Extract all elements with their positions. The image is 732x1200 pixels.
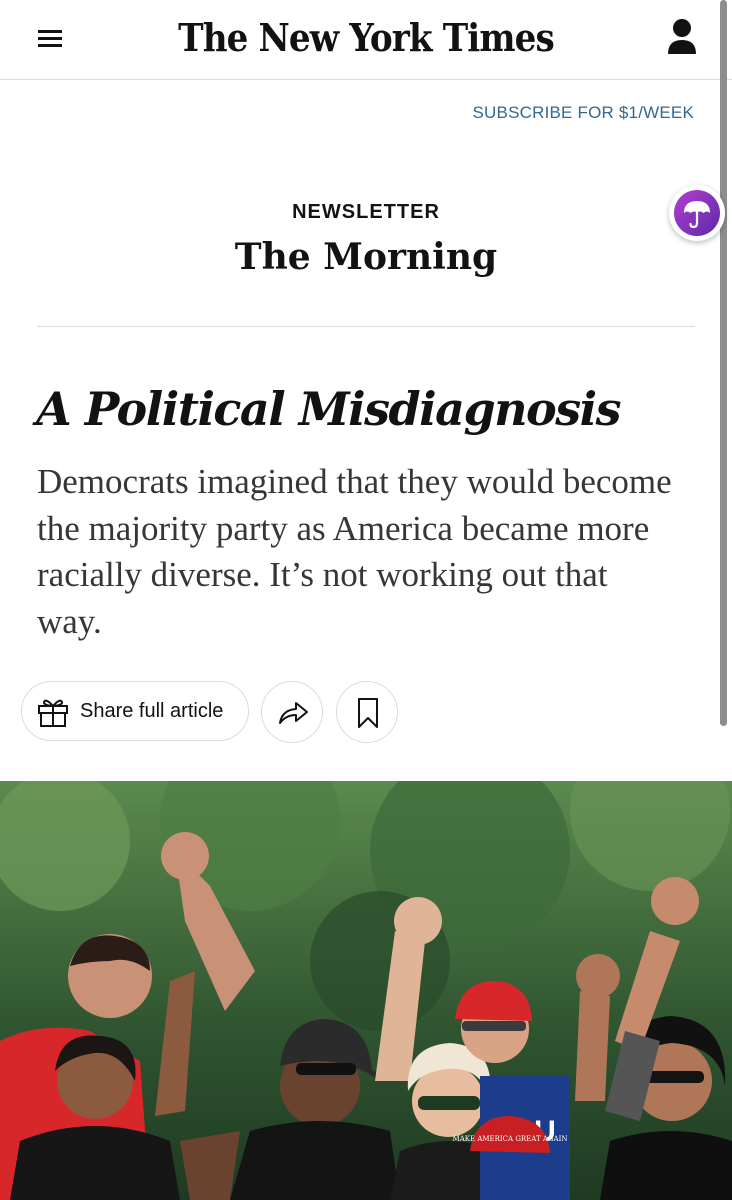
share-arrow-icon bbox=[279, 702, 308, 724]
article-lead-photo: TRU MAKE AMERICA GREAT AGAIN bbox=[0, 781, 732, 1200]
masthead-logo[interactable]: The New York Times bbox=[172, 10, 561, 66]
user-account-icon bbox=[668, 19, 696, 54]
gift-icon bbox=[38, 699, 68, 727]
share-full-article-button[interactable]: Share full article bbox=[21, 681, 249, 741]
hat-slogan: MAKE AMERICA GREAT AGAIN bbox=[453, 1135, 568, 1143]
newsletter-title[interactable]: The Morning bbox=[0, 236, 732, 278]
section-divider bbox=[37, 326, 695, 327]
bookmark-icon bbox=[358, 698, 378, 728]
site-header: The New York Times bbox=[0, 0, 732, 80]
newsletter-kicker: NEWSLETTER bbox=[292, 201, 440, 223]
article-headline: A Political Misdiagnosis bbox=[36, 382, 622, 436]
account-button[interactable] bbox=[662, 16, 702, 60]
save-bookmark-button[interactable] bbox=[336, 681, 398, 743]
article-summary: Democrats imagined that they would becom… bbox=[37, 462, 672, 641]
subscribe-link[interactable]: SUBSCRIBE FOR $1/WEEK bbox=[473, 103, 694, 123]
scrollbar[interactable] bbox=[720, 0, 727, 726]
menu-button[interactable] bbox=[36, 26, 66, 52]
share-button-label: Share full article bbox=[80, 700, 224, 722]
share-button[interactable] bbox=[261, 681, 323, 743]
